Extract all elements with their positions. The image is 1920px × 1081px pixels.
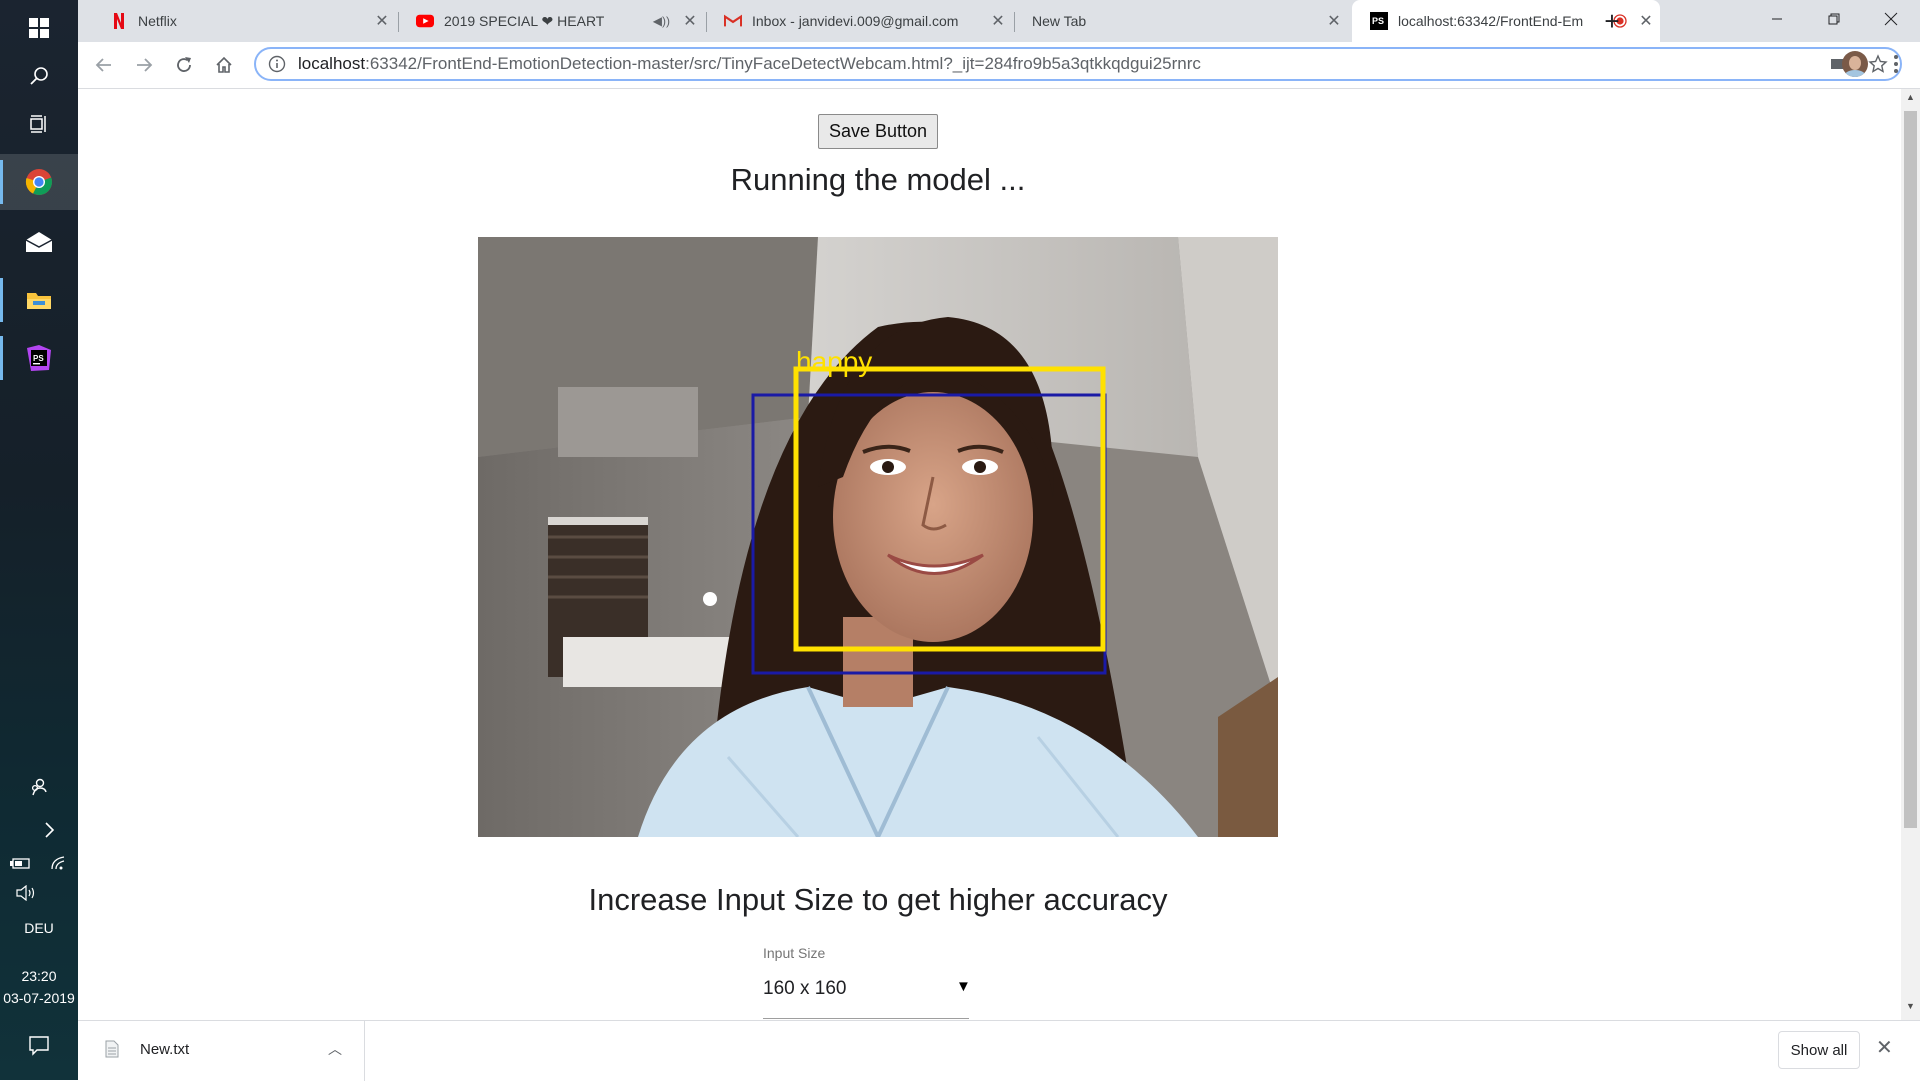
wifi-icon	[50, 856, 64, 870]
restore-window-button[interactable]	[1805, 0, 1863, 38]
home-icon	[216, 56, 232, 73]
download-item[interactable]: New.txt ︿	[78, 1021, 365, 1081]
accuracy-hint-heading: Increase Input Size to get higher accura…	[588, 882, 1168, 917]
plus-icon: +	[1604, 6, 1620, 36]
scroll-down-arrow-icon[interactable]: ▼	[1901, 1001, 1920, 1017]
chevron-right-icon	[45, 822, 55, 838]
minimize-icon	[1772, 18, 1782, 20]
clock-date[interactable]: 03-07-2019	[0, 990, 78, 1006]
people-icon	[31, 778, 47, 796]
close-download-shelf-icon[interactable]: ✕	[1876, 1035, 1893, 1060]
task-view-icon	[30, 115, 46, 133]
input-size-label: Input Size	[763, 945, 826, 961]
mail-taskbar-button[interactable]	[0, 214, 78, 270]
restore-icon	[1828, 13, 1840, 25]
youtube-icon	[416, 12, 434, 30]
gmail-icon	[724, 12, 742, 30]
clock-time[interactable]: 23:20	[0, 968, 78, 984]
bookmark-star-icon[interactable]	[1868, 54, 1888, 74]
tab-youtube[interactable]: 2019 SPECIAL ❤ HEART ◀)) ✕	[398, 0, 704, 42]
tab-title: Netflix	[138, 13, 177, 29]
close-icon	[1884, 12, 1898, 26]
folder-icon	[27, 293, 51, 309]
address-bar[interactable]: localhost:63342/FrontEnd-EmotionDetectio…	[254, 47, 1902, 81]
chrome-menu-button[interactable]	[1886, 52, 1906, 76]
download-shelf: New.txt ︿ Show all ✕	[78, 1020, 1920, 1081]
profile-avatar[interactable]	[1842, 51, 1868, 77]
task-view-button[interactable]	[0, 96, 78, 152]
show-all-downloads-button[interactable]: Show all	[1778, 1031, 1860, 1069]
tab-strip: Netflix ✕ 2019 SPECIAL ❤ HEART ◀)) ✕ Inb…	[78, 0, 1920, 42]
file-explorer-taskbar-button[interactable]	[0, 272, 78, 328]
windows-logo-icon	[29, 18, 49, 38]
svg-text:PS: PS	[33, 354, 44, 363]
wifi-tray-button[interactable]	[39, 846, 78, 880]
battery-tray-button[interactable]	[0, 846, 39, 880]
windows-taskbar: PS DEU 23:20 03-07-2019	[0, 0, 78, 1080]
close-tab-icon[interactable]: ✕	[1320, 11, 1348, 31]
browser-toolbar: localhost:63342/FrontEnd-EmotionDetectio…	[78, 42, 1920, 89]
page-scrollbar[interactable]: ▲ ▼	[1901, 89, 1920, 1020]
chevron-up-icon[interactable]: ︿	[328, 1039, 342, 1059]
close-tab-icon[interactable]: ✕	[676, 11, 704, 31]
audio-playing-icon[interactable]: ◀))	[653, 14, 670, 28]
tab-title: localhost:63342/FrontEnd-Em	[1398, 13, 1584, 29]
phpstorm-icon: PS	[1370, 12, 1388, 30]
dropdown-arrow-icon[interactable]: ▼	[956, 978, 971, 995]
speaker-icon	[16, 885, 35, 901]
tab-title: Inbox - janvidevi.009@gmail.com	[752, 13, 959, 29]
back-button[interactable]	[88, 49, 120, 81]
model-status-heading: Running the model ...	[730, 162, 1026, 197]
webcam-frame-image: happy	[478, 237, 1278, 837]
download-file-name: New.txt	[140, 1041, 190, 1058]
tab-netflix[interactable]: Netflix ✕	[92, 0, 396, 42]
phpstorm-taskbar-button[interactable]: PS	[0, 330, 78, 386]
reload-button[interactable]	[168, 49, 200, 81]
chrome-taskbar-button[interactable]	[0, 154, 78, 210]
action-center-button[interactable]	[0, 1020, 78, 1070]
emotion-label: happy	[796, 346, 872, 377]
close-tab-icon[interactable]: ✕	[1632, 11, 1660, 31]
arrow-right-icon	[137, 58, 153, 72]
tab-title: 2019 SPECIAL ❤ HEART	[444, 12, 605, 29]
select-underline	[763, 1018, 969, 1019]
input-language-indicator[interactable]: DEU	[0, 920, 78, 936]
svg-text:PS: PS	[1372, 16, 1384, 26]
scroll-up-arrow-icon[interactable]: ▲	[1901, 92, 1920, 108]
tab-title: New Tab	[1032, 13, 1087, 29]
page-viewport: Save Button Running the model ... happy …	[78, 89, 1901, 1020]
close-tab-icon[interactable]: ✕	[984, 11, 1012, 31]
new-tab-button[interactable]: +	[1598, 8, 1626, 36]
url-path: :63342/FrontEnd-EmotionDetection-master/…	[365, 54, 1201, 73]
site-info-icon[interactable]	[268, 55, 286, 73]
tab-new-tab[interactable]: New Tab ✕	[1014, 0, 1348, 42]
tab-gmail[interactable]: Inbox - janvidevi.009@gmail.com ✕	[706, 0, 1012, 42]
notification-icon	[29, 1036, 49, 1056]
reload-icon	[177, 57, 191, 72]
close-window-button[interactable]	[1862, 0, 1920, 38]
arrow-left-icon	[95, 58, 111, 72]
people-button[interactable]	[0, 765, 78, 809]
show-hidden-icons-button[interactable]	[20, 810, 78, 850]
kebab-menu-icon	[1894, 55, 1898, 73]
chrome-icon	[25, 169, 52, 195]
webcam-feed: happy	[478, 237, 1278, 837]
netflix-icon	[110, 12, 128, 30]
text-file-icon	[105, 1040, 119, 1058]
save-button[interactable]: Save Button	[818, 114, 938, 149]
volume-tray-button[interactable]	[0, 876, 52, 910]
forward-button[interactable]	[128, 49, 160, 81]
home-button[interactable]	[208, 49, 240, 81]
search-icon	[30, 67, 48, 85]
close-tab-icon[interactable]: ✕	[368, 11, 396, 31]
scrollbar-thumb[interactable]	[1904, 111, 1917, 828]
battery-icon	[9, 858, 30, 869]
minimize-window-button[interactable]	[1748, 0, 1806, 38]
url-host: localhost	[298, 54, 366, 73]
url-text[interactable]: localhost:63342/FrontEnd-EmotionDetectio…	[298, 54, 1201, 74]
input-size-select[interactable]: 160 x 160	[763, 978, 846, 1000]
mail-icon	[25, 232, 53, 252]
phpstorm-icon: PS	[27, 345, 51, 371]
